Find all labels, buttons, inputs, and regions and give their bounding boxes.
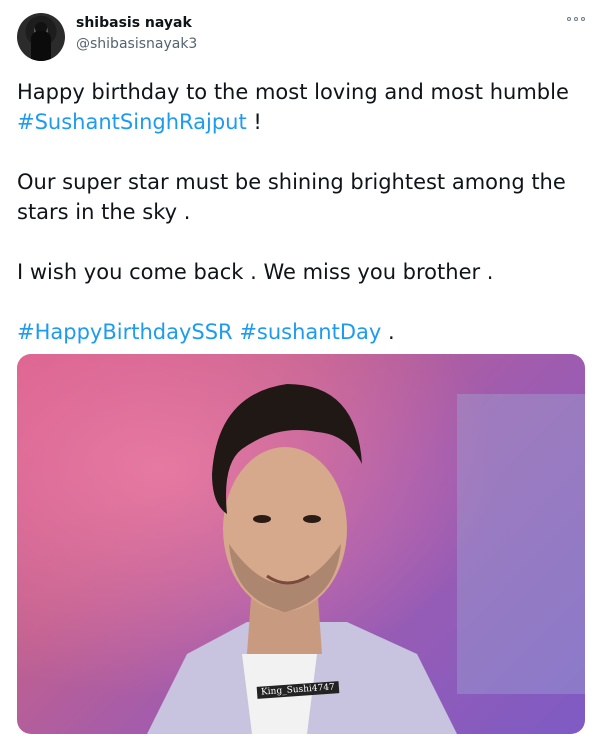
more-dot: [574, 17, 578, 21]
avatar-figure-shape: [31, 31, 51, 61]
hashtag-link[interactable]: #SushantSinghRajput: [17, 110, 247, 134]
more-dot: [567, 17, 571, 21]
tweet-paragraph-1: Happy birthday to the most loving and mo…: [17, 77, 587, 137]
tweet-photo[interactable]: King_Sushi4747: [17, 354, 585, 734]
tweet-line-text: Happy birthday to the most loving and mo…: [17, 80, 569, 104]
tweet-text: Happy birthday to the most loving and mo…: [17, 77, 587, 377]
more-options-icon[interactable]: [567, 14, 585, 24]
tweet-paragraph-2: Our super star must be shining brightest…: [17, 170, 566, 224]
hashtag-link[interactable]: #sushantDay: [239, 320, 381, 344]
tweet-paragraph-3: I wish you come back . We miss you broth…: [17, 260, 494, 284]
author-name[interactable]: shibasis nayak: [76, 15, 192, 31]
tweet-line-end: .: [381, 320, 395, 344]
photo-portrait-illustration: [17, 354, 585, 734]
profile-avatar[interactable]: [17, 13, 65, 61]
tweet-line-end: !: [246, 110, 262, 134]
more-dot: [581, 17, 585, 21]
author-handle[interactable]: @shibasisnayak3: [76, 36, 197, 52]
tweet-paragraph-4: #HappyBirthdaySSR #sushantDay .: [17, 317, 587, 347]
hashtag-link[interactable]: #HappyBirthdaySSR: [17, 320, 233, 344]
